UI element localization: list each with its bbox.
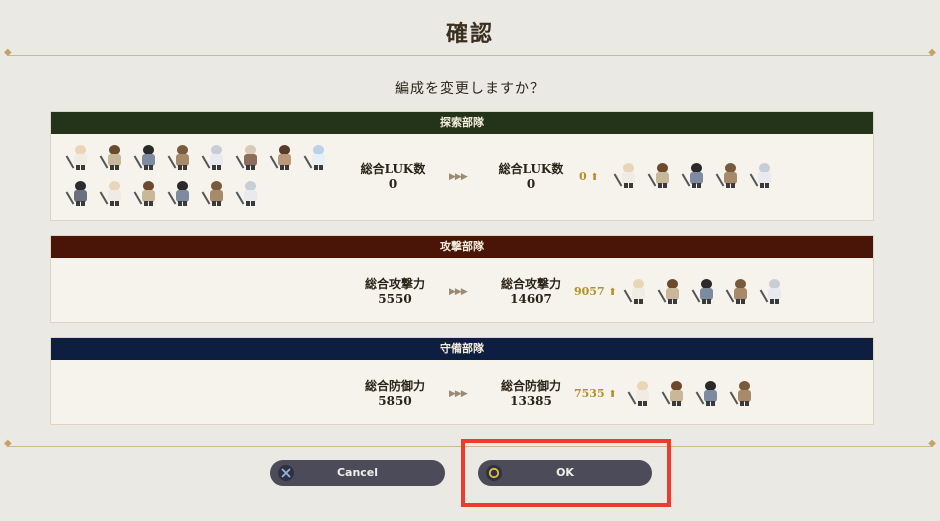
- character-sprite: [715, 161, 741, 189]
- attack-body: 総合攻撃力 5550 ▶▶▶ 総合攻撃力 14607 9057 ⬆: [51, 258, 873, 324]
- defense-panel: 守備部隊 総合防御力 5850 ▶▶▶ 総合防御力 13385 7535 ⬆: [50, 337, 874, 425]
- character-sprite: [133, 143, 159, 171]
- attack-gain-value: 9057: [574, 285, 605, 298]
- character-sprite: [681, 161, 707, 189]
- character-sprite: [167, 179, 193, 207]
- character-sprite: [691, 277, 717, 305]
- defense-after-value: 13385: [510, 394, 552, 408]
- character-sprite: [167, 143, 193, 171]
- ok-highlight-frame: [461, 439, 671, 507]
- defense-before-stat: 総合防御力 5850: [355, 379, 435, 409]
- character-sprite: [657, 277, 683, 305]
- character-sprite: [235, 143, 261, 171]
- cancel-button[interactable]: Cancel: [270, 460, 445, 486]
- exploration-before-label: 総合LUK数: [360, 162, 426, 176]
- triple-chevron-right-icon: ▶▶▶: [449, 172, 468, 182]
- character-sprite: [65, 143, 91, 171]
- exploration-before-stat: 総合LUK数 0: [353, 162, 433, 192]
- character-sprite: [749, 161, 775, 189]
- character-sprite: [613, 161, 639, 189]
- character-sprite: [647, 161, 673, 189]
- character-sprite: [65, 179, 91, 207]
- character-sprite: [99, 143, 125, 171]
- character-sprite: [269, 143, 295, 171]
- dialog-title: 確認: [445, 21, 494, 47]
- attack-before-value: 5550: [378, 292, 412, 306]
- character-sprite: [725, 277, 751, 305]
- defense-header: 守備部隊: [51, 338, 873, 360]
- exploration-before-value: 0: [388, 177, 398, 191]
- character-sprite: [201, 179, 227, 207]
- triple-chevron-right-icon: ▶▶▶: [449, 287, 468, 297]
- exploration-after-stat: 総合LUK数 0: [491, 162, 571, 192]
- attack-header: 攻撃部隊: [51, 236, 873, 258]
- exploration-body: 総合LUK数 0 ▶▶▶ 総合LUK数 0 0 ⬆: [51, 134, 873, 222]
- defense-body: 総合防御力 5850 ▶▶▶ 総合防御力 13385 7535 ⬆: [51, 360, 873, 426]
- character-sprite: [695, 379, 721, 407]
- defense-before-label: 総合防御力: [364, 379, 425, 393]
- defense-before-value: 5850: [378, 394, 412, 408]
- arrow-up-icon: ⬆: [608, 389, 617, 400]
- arrow-up-icon: ⬆: [608, 287, 617, 298]
- character-sprite: [661, 379, 687, 407]
- attack-after-value: 14607: [510, 292, 552, 306]
- attack-after-stat: 総合攻撃力 14607: [489, 277, 573, 307]
- defense-gain: 7535 ⬆: [574, 387, 617, 400]
- attack-panel: 攻撃部隊 総合攻撃力 5550 ▶▶▶ 総合攻撃力 14607 9057 ⬆: [50, 235, 874, 323]
- attack-before-label: 総合攻撃力: [364, 277, 425, 291]
- triple-chevron-right-icon: ▶▶▶: [449, 389, 468, 399]
- exploration-gain-value: 0: [579, 170, 587, 183]
- character-sprite: [623, 277, 649, 305]
- top-divider: [4, 47, 936, 58]
- character-sprite: [99, 179, 125, 207]
- defense-after-stat: 総合防御力 13385: [489, 379, 573, 409]
- exploration-after-value: 0: [526, 177, 536, 191]
- attack-before-stat: 総合攻撃力 5550: [355, 277, 435, 307]
- arrow-up-icon: ⬆: [590, 172, 599, 183]
- exploration-panel: 探索部隊 総合LUK数 0 ▶▶▶ 総合LUK数 0 0 ⬆: [50, 111, 874, 221]
- exploration-after-label: 総合LUK数: [498, 162, 564, 176]
- defense-after-label: 総合防御力: [500, 379, 561, 393]
- attack-gain: 9057 ⬆: [574, 285, 617, 298]
- defense-gain-value: 7535: [574, 387, 605, 400]
- exploration-gain: 0 ⬆: [579, 170, 599, 183]
- attack-after-label: 総合攻撃力: [500, 277, 561, 291]
- character-sprite: [729, 379, 755, 407]
- character-sprite: [133, 179, 159, 207]
- character-sprite: [627, 379, 653, 407]
- character-sprite: [201, 143, 227, 171]
- cross-button-icon: [278, 465, 294, 481]
- character-sprite: [759, 277, 785, 305]
- cancel-button-label: Cancel: [336, 466, 379, 479]
- exploration-header: 探索部隊: [51, 112, 873, 134]
- character-sprite: [235, 179, 261, 207]
- character-sprite: [303, 143, 329, 171]
- confirm-question: 編成を変更しますか？: [395, 81, 545, 97]
